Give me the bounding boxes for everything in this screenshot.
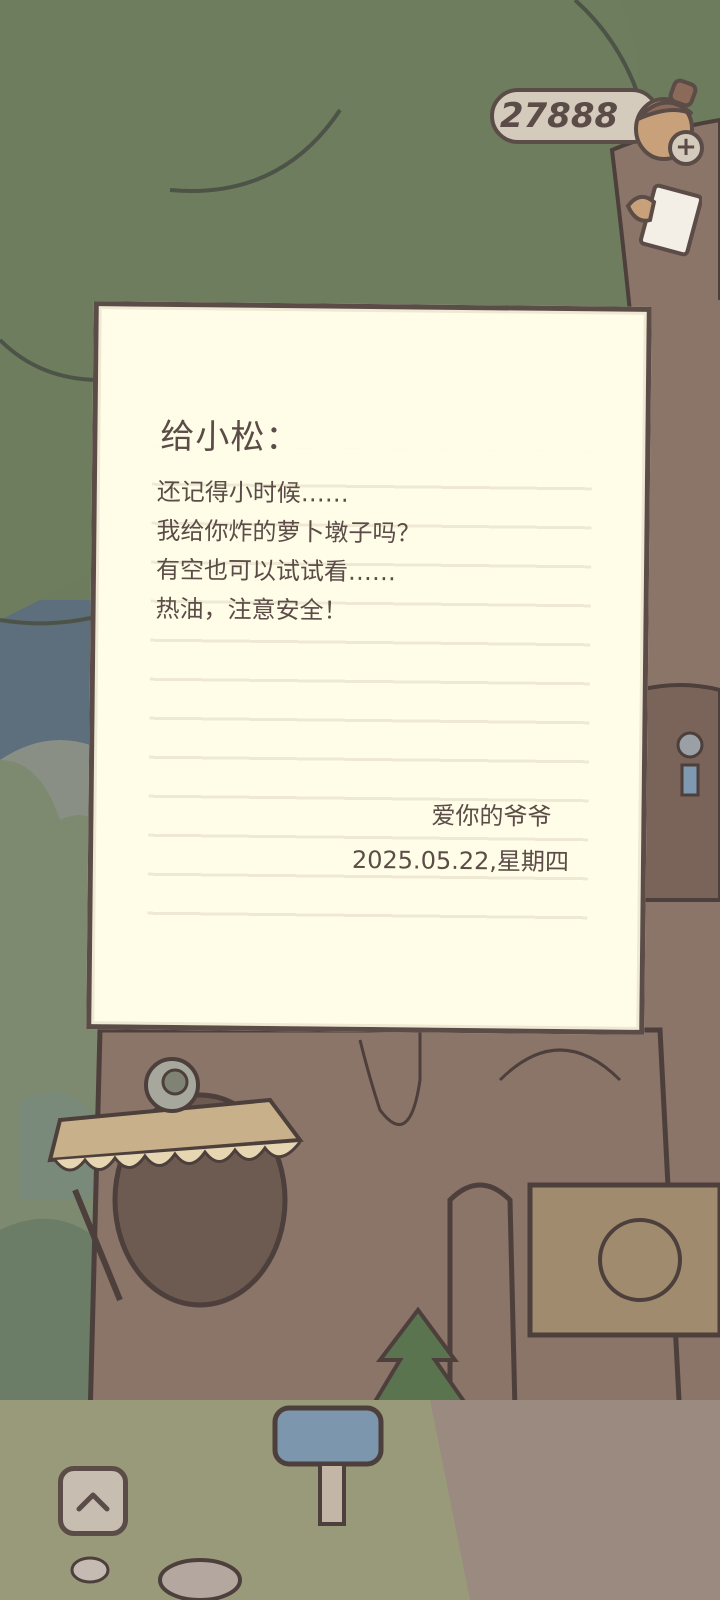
- letter-card: 给小松： 还记得小时候…… 我给你炸的萝卜墩子吗？ 有空也可以试试看…… 热油，…: [86, 301, 652, 1035]
- clipboard-icon[interactable]: [622, 180, 702, 260]
- letter-body: 还记得小时候…… 我给你炸的萝卜墩子吗？ 有空也可以试试看…… 热油，注意安全！: [155, 473, 421, 632]
- letter-line: 热油，注意安全！: [155, 594, 348, 625]
- letter-date: 2025.05.22,星期四: [351, 845, 570, 877]
- letter-signature: 爱你的爷爷: [431, 801, 552, 831]
- add-currency-button[interactable]: +: [668, 130, 704, 166]
- expand-button[interactable]: [58, 1466, 128, 1536]
- letter-line: 有空也可以试试看……: [155, 555, 397, 587]
- acorn-count: 27888: [499, 96, 619, 136]
- letter-line: 我给你炸的萝卜墩子吗？: [156, 516, 421, 548]
- letter-line: 还记得小时候……: [156, 477, 349, 508]
- letter-salutation: 给小松：: [160, 416, 301, 459]
- chevron-up-icon: [76, 1492, 110, 1512]
